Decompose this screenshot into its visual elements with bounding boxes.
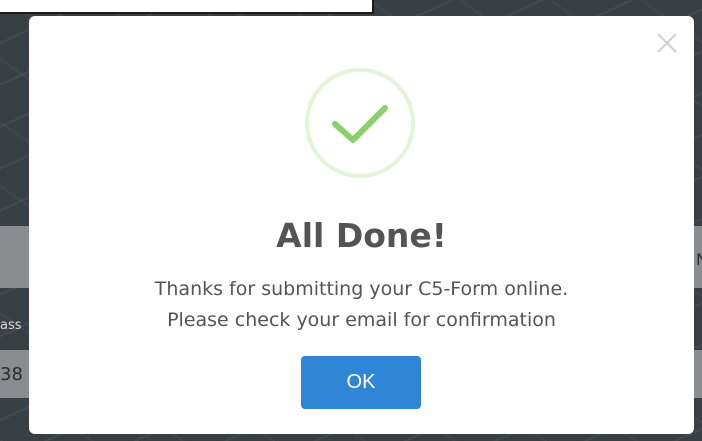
dialog-message: Thanks for submitting your C5-Form onlin… [29, 274, 694, 336]
background-field-fragment: N [696, 250, 702, 269]
background-field-value: 38 [0, 364, 23, 385]
check-mark-icon [332, 105, 388, 143]
background-field-label: ass [0, 318, 22, 333]
dialog-message-line: Please check your email for confirmation [167, 309, 556, 331]
success-icon [305, 68, 415, 178]
ok-button[interactable]: OK [301, 356, 421, 409]
dialog-title: All Done! [276, 216, 447, 255]
background-top-bar [0, 0, 374, 14]
dialog-message-line: Thanks for submitting your C5-Form onlin… [154, 278, 569, 300]
close-icon[interactable] [654, 30, 680, 56]
success-dialog: All Done! Thanks for submitting your C5-… [29, 16, 694, 434]
